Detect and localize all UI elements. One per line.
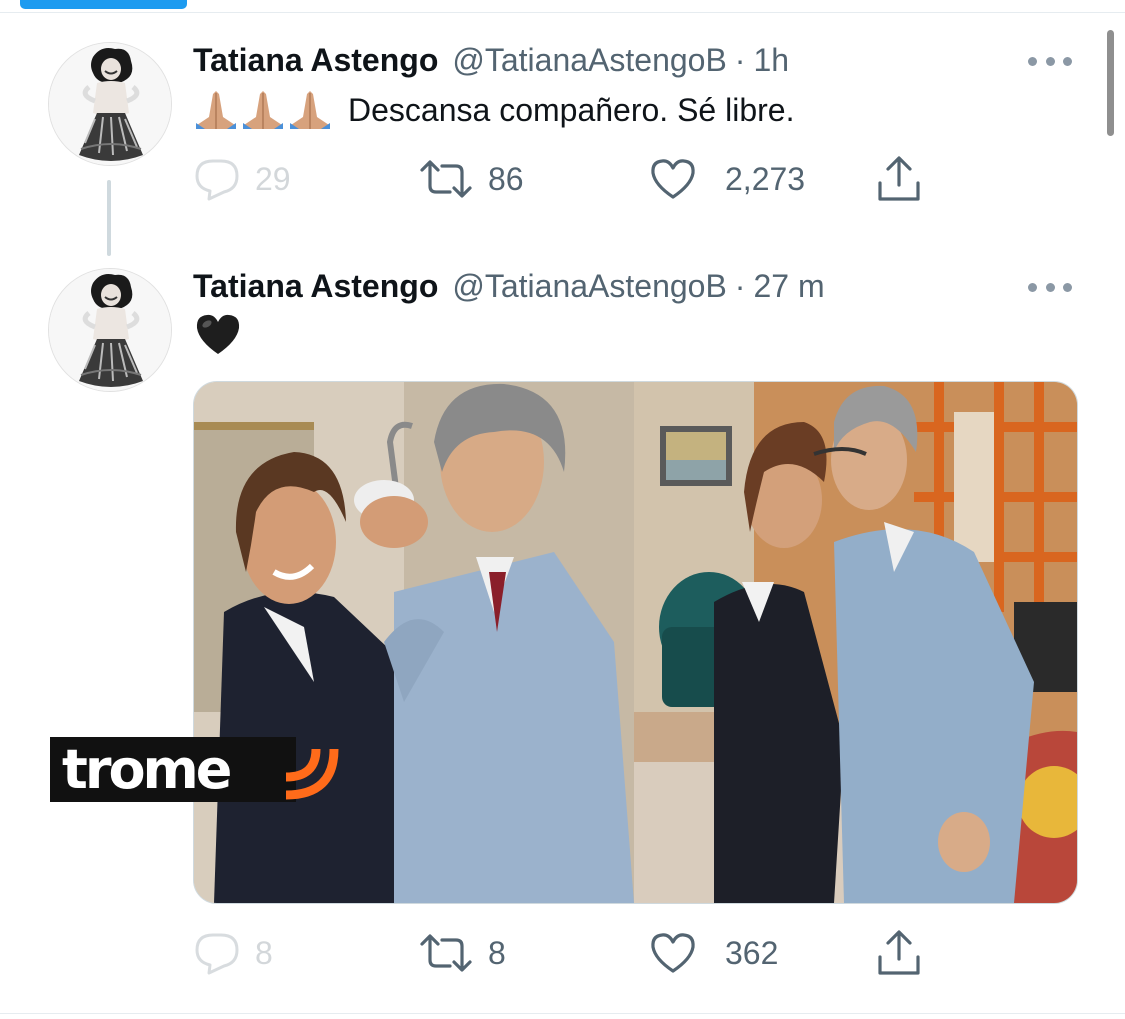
heart-icon	[651, 933, 695, 973]
trome-logo-icon	[286, 748, 339, 800]
share-icon	[878, 156, 920, 201]
tweet-media-image[interactable]	[193, 381, 1078, 904]
thread-connector	[107, 180, 111, 256]
reply-icon	[195, 933, 239, 975]
tweet-text: Descansa compañero. Sé libre.	[193, 88, 794, 132]
author-name[interactable]: Tatiana Astengo	[193, 42, 438, 79]
top-bar	[0, 0, 1125, 13]
retweet-button[interactable]: 8	[418, 928, 506, 978]
avatar-image	[49, 269, 171, 391]
avatar[interactable]	[48, 268, 172, 392]
separator: ·	[734, 41, 746, 78]
timestamp[interactable]: 27 m	[753, 268, 824, 305]
divider	[0, 1013, 1125, 1014]
separator: ·	[734, 267, 746, 304]
pray-emoji	[240, 89, 286, 131]
tweet-actions: 29 86 2,273	[193, 154, 933, 204]
reply-button[interactable]: 29	[193, 154, 291, 204]
author-handle[interactable]: @TatianaAstengoB	[452, 268, 726, 305]
more-icon[interactable]	[1028, 51, 1072, 71]
like-count: 362	[725, 934, 779, 971]
like-count: 2,273	[725, 160, 806, 197]
reply-count: 29	[255, 160, 291, 197]
share-icon	[878, 930, 920, 975]
trome-watermark: trome	[50, 737, 339, 802]
retweet-icon	[420, 160, 472, 198]
author-handle[interactable]: @TatianaAstengoB	[452, 42, 726, 79]
black-heart-emoji	[195, 313, 241, 357]
tweet-actions: 8 8 362	[193, 928, 933, 978]
avatar[interactable]	[48, 42, 172, 166]
pray-emoji	[287, 89, 333, 131]
reply-icon	[195, 159, 239, 201]
author-name[interactable]: Tatiana Astengo	[193, 268, 438, 305]
pray-emoji	[193, 89, 239, 131]
active-tab-indicator	[20, 0, 187, 9]
more-icon[interactable]	[1028, 277, 1072, 297]
tweet-header: Tatiana Astengo @TatianaAstengoB · 27 m	[193, 266, 825, 306]
tweet-body: Descansa compañero. Sé libre.	[348, 91, 795, 128]
avatar-image	[49, 43, 171, 165]
retweet-button[interactable]: 86	[418, 154, 524, 204]
retweet-count: 8	[488, 934, 506, 971]
like-button[interactable]: 362	[649, 928, 778, 978]
reply-count: 8	[255, 934, 273, 971]
share-button[interactable]	[875, 154, 923, 204]
tweet-header: Tatiana Astengo @TatianaAstengoB · 1h	[193, 40, 789, 80]
scrollbar[interactable]	[1107, 30, 1114, 136]
retweet-count: 86	[488, 160, 524, 197]
media-picture	[194, 382, 1077, 903]
like-button[interactable]: 2,273	[649, 154, 805, 204]
reply-button[interactable]: 8	[193, 928, 273, 978]
timestamp[interactable]: 1h	[753, 42, 789, 79]
share-button[interactable]	[875, 928, 923, 978]
heart-icon	[651, 159, 695, 199]
watermark-text: trome	[62, 737, 232, 801]
retweet-icon	[420, 934, 472, 972]
